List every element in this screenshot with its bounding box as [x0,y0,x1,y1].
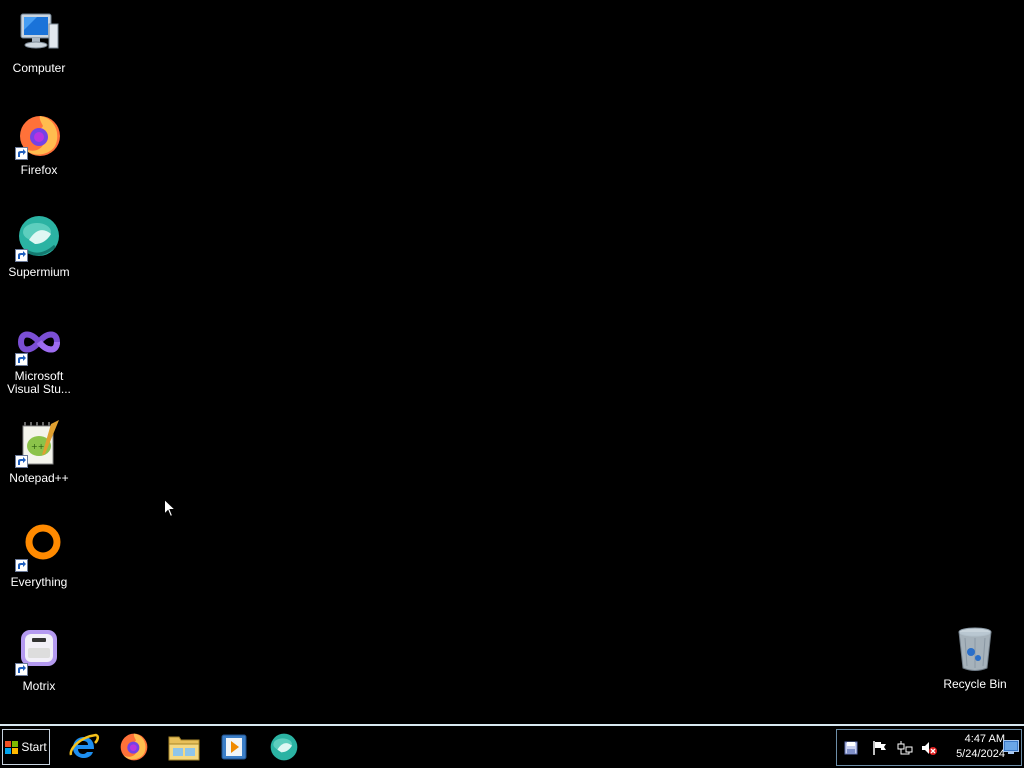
recycle-bin-icon [951,626,999,674]
supermium-icon [15,214,63,262]
desktop-icon-label: Motrix [22,679,56,693]
desktop-icon-label: Supermium [8,265,70,279]
shortcut-arrow-icon [15,249,28,262]
motrix-icon [15,628,63,676]
taskbar-media-player[interactable] [214,730,254,764]
desktop-icon-visual-studio[interactable]: Microsoft Visual Stu... [0,318,79,396]
save-icon[interactable] [843,740,859,756]
show-desktop-icon[interactable] [1003,739,1019,755]
shortcut-arrow-icon [15,147,28,160]
firefox-icon [15,112,63,160]
taskbar-internet-explorer[interactable] [64,730,104,764]
desktop-icon-label: Recycle Bin [943,677,1007,691]
everything-icon [15,524,63,572]
clock-time: 4:47 AM [964,733,1005,745]
flag-icon[interactable] [872,740,888,756]
taskbar: Start 4:47 AM 5/24/2024 [0,724,1024,768]
clock-date: 5/24/2024 [956,748,1005,760]
desktop-icon-label: Notepad++ [9,471,69,485]
desktop-icon-notepadpp[interactable]: ++ Notepad++ [0,420,79,485]
desktop-icon-recycle-bin[interactable]: Recycle Bin [935,626,1015,691]
desktop: Computer Firefox Supermium Microsoft Vis… [0,0,1024,724]
taskbar-file-explorer[interactable] [164,730,204,764]
computer-icon [15,10,63,58]
notepadpp-icon: ++ [15,420,63,468]
desktop-icon-label: Computer [12,61,66,75]
firefox-icon [120,733,148,761]
file-explorer-icon [168,736,200,761]
desktop-icon-everything[interactable]: Everything [0,524,79,589]
desktop-icon-motrix[interactable]: Motrix [0,628,79,693]
desktop-icon-firefox[interactable]: Firefox [0,112,79,177]
taskbar-supermium[interactable] [264,730,304,764]
svg-text:++: ++ [31,442,44,451]
system-tray: 4:47 AM 5/24/2024 [836,729,1022,766]
start-button[interactable]: Start [2,729,50,765]
desktop-icon-label: Everything [10,575,68,589]
media-player-icon [221,734,247,760]
visual-studio-icon [15,318,63,366]
clock[interactable]: 4:47 AM 5/24/2024 [941,732,1005,762]
supermium-icon [270,733,298,761]
network-icon[interactable] [897,740,913,756]
desktop-icon-supermium[interactable]: Supermium [0,214,79,279]
shortcut-arrow-icon [15,455,28,468]
desktop-icon-label: Microsoft Visual Stu... [7,369,71,396]
start-label: Start [21,740,47,754]
mouse-cursor-icon [164,498,177,523]
windows-logo-icon [5,740,19,754]
desktop-icon-computer[interactable]: Computer [0,10,79,75]
desktop-icon-label: Firefox [20,163,58,177]
volume-muted-icon[interactable] [921,740,937,756]
shortcut-arrow-icon [15,663,28,676]
shortcut-arrow-icon [15,559,28,572]
internet-explorer-icon [69,733,100,758]
shortcut-arrow-icon [15,353,28,366]
taskbar-firefox[interactable] [114,730,154,764]
